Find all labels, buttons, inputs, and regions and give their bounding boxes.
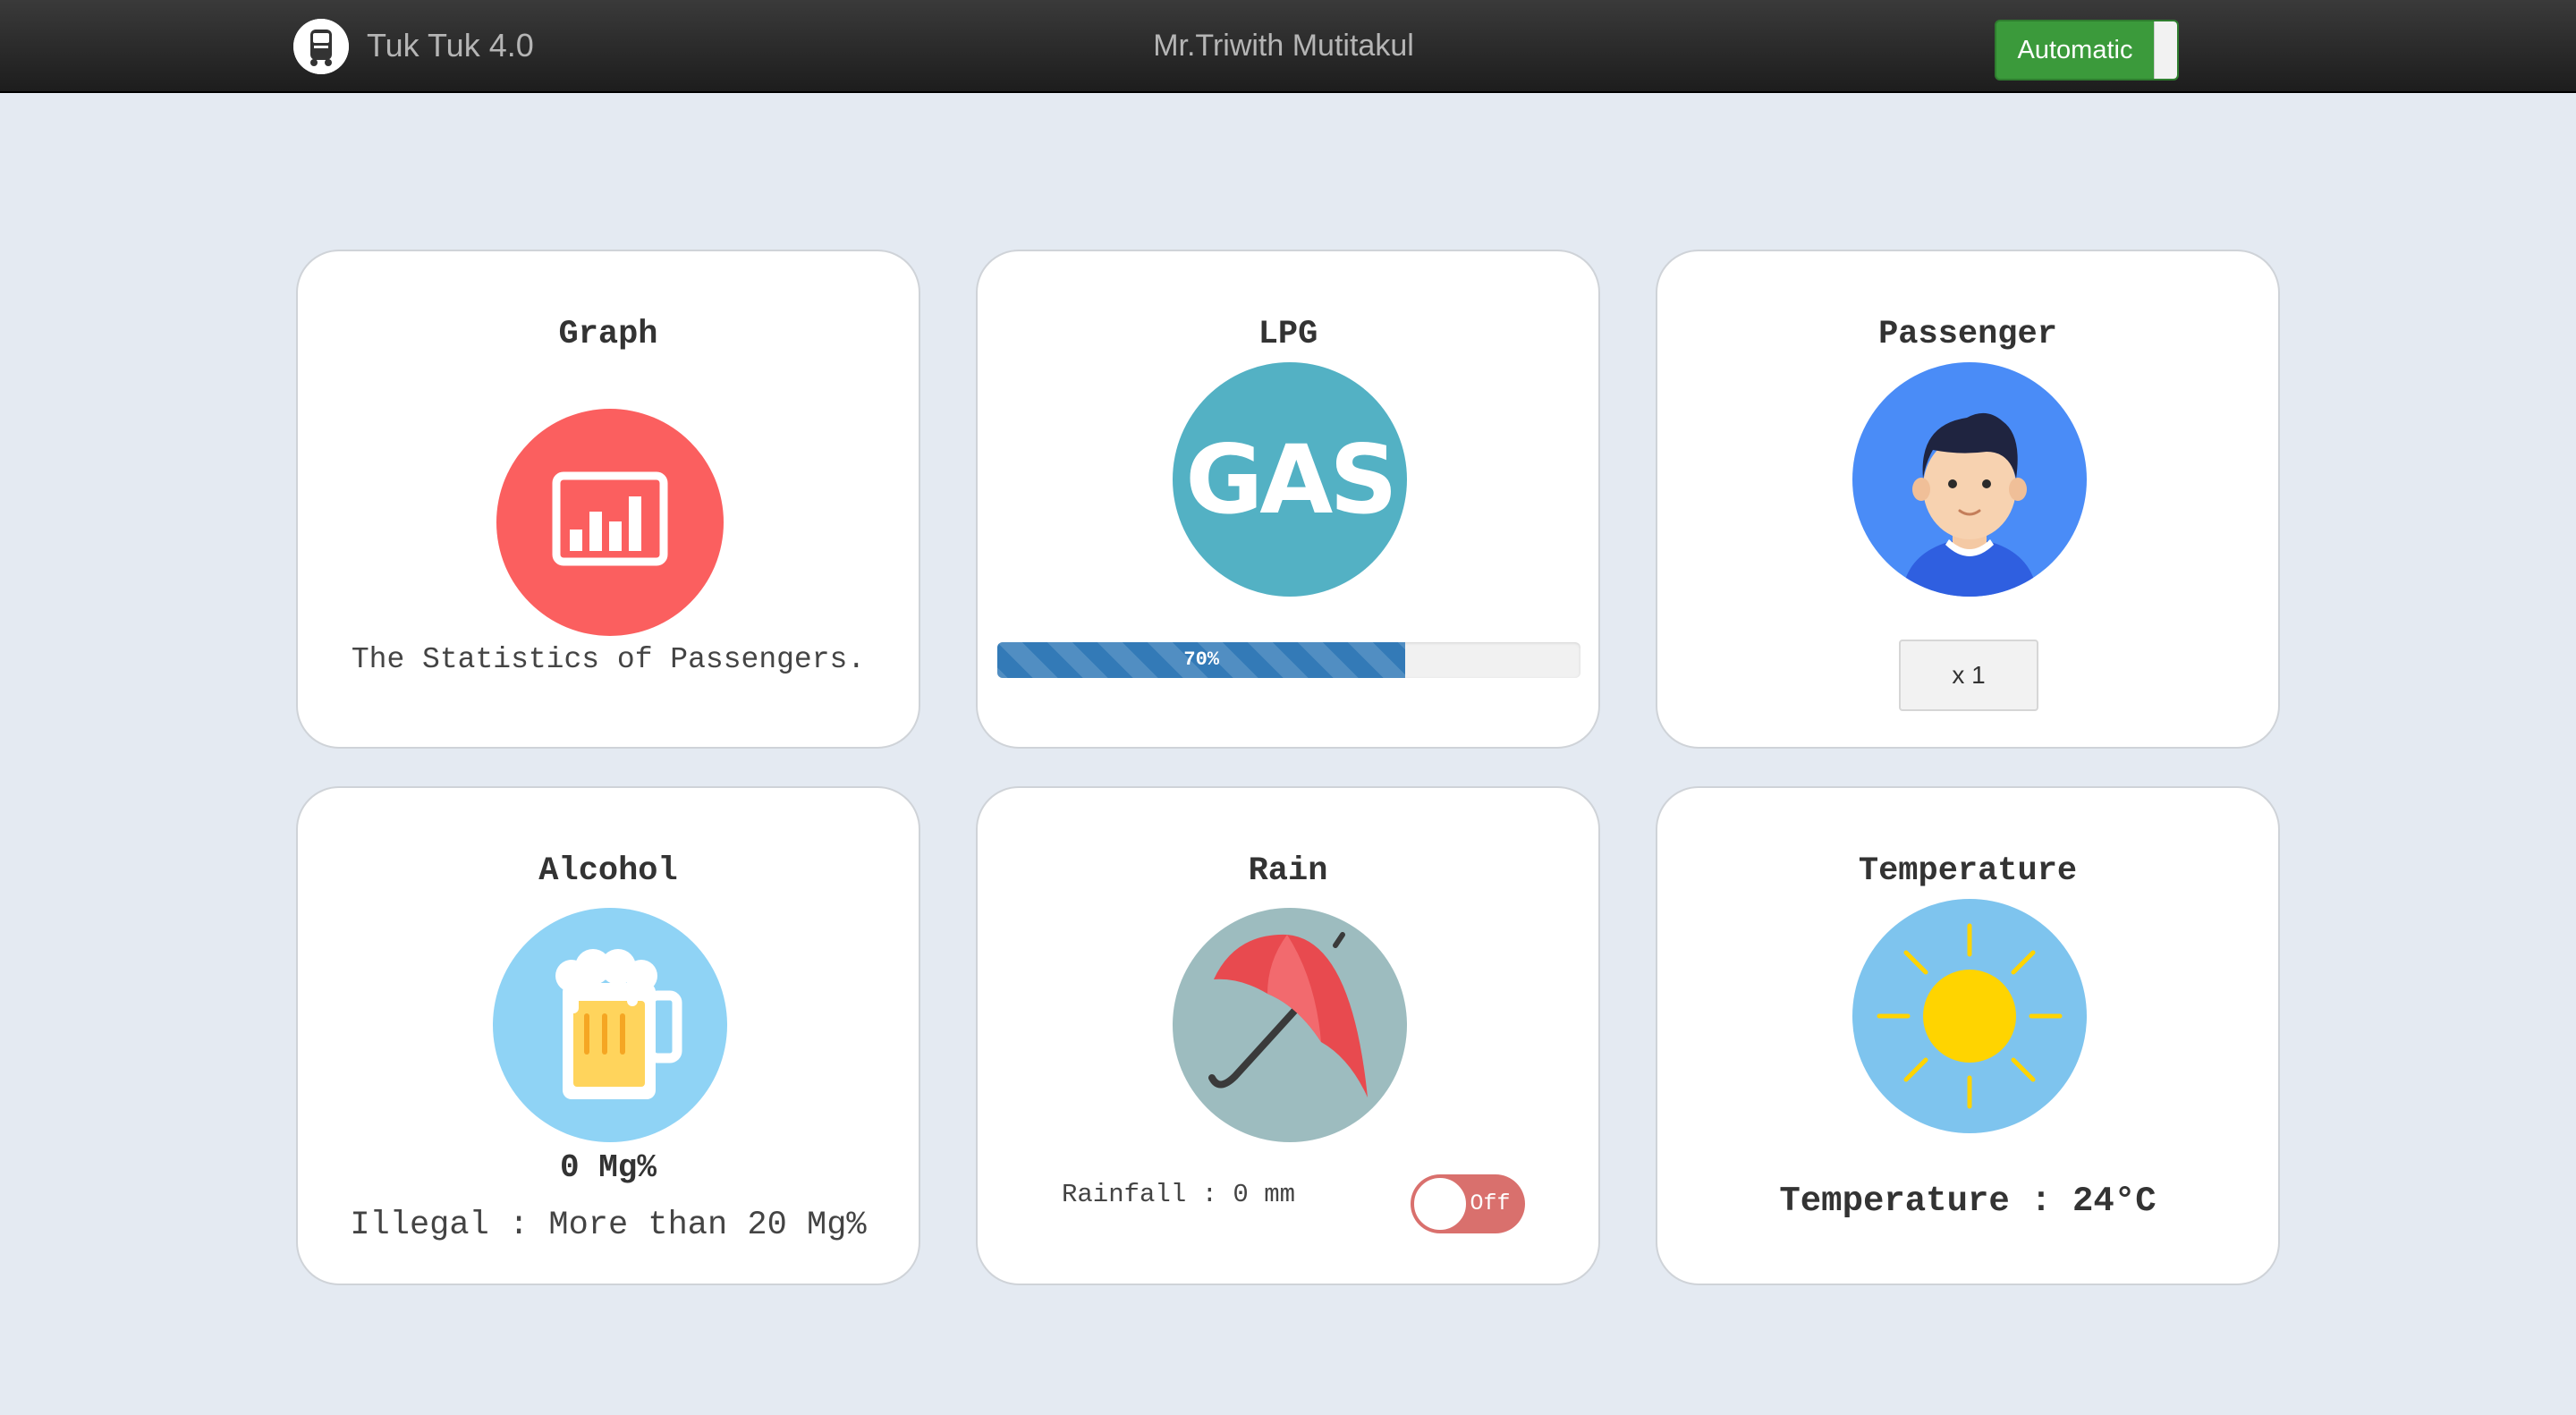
sun-icon (1852, 899, 2087, 1133)
mode-toggle[interactable]: Automatic (1995, 20, 2179, 80)
card-title-passenger: Passenger (1878, 316, 2057, 353)
alcohol-card[interactable]: Alcohol 0 Mg% Illegal : More than 20 Mg% (296, 786, 920, 1285)
alcohol-note: Illegal : More than 20 Mg% (350, 1207, 867, 1244)
mode-toggle-knob[interactable] (2154, 21, 2177, 79)
gas-icon: GAS (1173, 362, 1407, 597)
rain-switch[interactable]: Off (1411, 1174, 1525, 1233)
graph-description: The Statistics of Passengers. (351, 643, 866, 676)
lpg-progress-bar: 70% (997, 642, 1580, 678)
rain-card[interactable]: Rain Rainfall : 0 mm Off (976, 786, 1600, 1285)
rainfall-value: Rainfall : 0 mm (1062, 1180, 1296, 1209)
person-avatar-icon (1852, 362, 2087, 597)
passenger-card[interactable]: Passenger x 1 (1656, 250, 2280, 749)
graph-card[interactable]: Graph The Statistics of Passengers. (296, 250, 920, 749)
brand-title[interactable]: Tuk Tuk 4.0 (367, 25, 534, 66)
umbrella-icon (1173, 908, 1407, 1142)
card-title-graph: Graph (558, 316, 658, 353)
owner-name: Mr.Triwith Mutitakul (1153, 29, 1414, 63)
mode-toggle-label: Automatic (2017, 36, 2133, 64)
card-title-alcohol: Alcohol (538, 852, 678, 890)
passenger-count-button[interactable]: x 1 (1899, 640, 2038, 711)
rain-switch-label: Off (1470, 1190, 1511, 1216)
alcohol-value: 0 Mg% (559, 1149, 657, 1186)
lpg-progress-fill: 70% (997, 642, 1406, 678)
card-title-lpg: LPG (1258, 316, 1318, 353)
temperature-value: Temperature : 24°C (1779, 1182, 2157, 1221)
bar-chart-icon[interactable] (496, 409, 724, 636)
gas-icon-text: GAS (1185, 425, 1394, 535)
temperature-card[interactable]: Temperature Temperature : 24°C (1656, 786, 2280, 1285)
lpg-card[interactable]: LPG GAS 70% (976, 250, 1600, 749)
beer-mug-icon (493, 908, 727, 1142)
card-title-rain: Rain (1248, 852, 1328, 890)
tuk-tuk-icon[interactable] (293, 19, 349, 74)
top-navbar: Tuk Tuk 4.0 Mr.Triwith Mutitakul Automat… (0, 0, 2576, 93)
card-title-temperature: Temperature (1858, 852, 2078, 890)
